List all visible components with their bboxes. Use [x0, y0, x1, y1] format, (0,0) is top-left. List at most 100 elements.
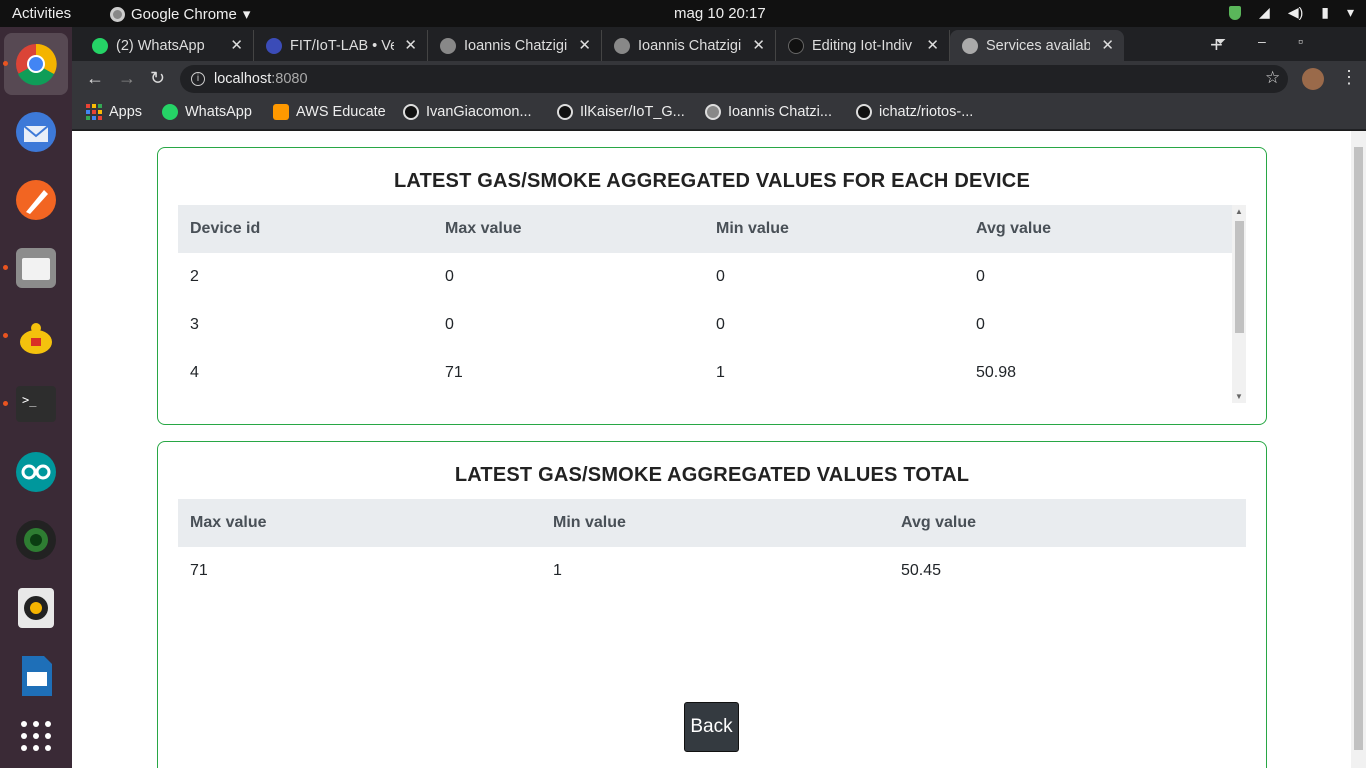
bookmark-apps[interactable]: Apps — [86, 104, 142, 120]
bookmark-label: Ioannis Chatzi... — [728, 104, 832, 120]
github-icon — [788, 37, 804, 54]
column-header: Max value — [433, 205, 704, 253]
bookmark-whatsapp[interactable]: WhatsApp — [162, 104, 252, 120]
clock[interactable]: mag 10 20:17 — [674, 5, 766, 22]
activities-button[interactable]: Activities — [12, 5, 71, 22]
apps-grid-icon — [86, 104, 102, 120]
system-tray[interactable]: ◢ ◀) ▮ ▾ — [1229, 4, 1354, 21]
tab-label: Ioannis Chatzigi — [638, 37, 742, 54]
volume-icon: ◀) — [1287, 4, 1304, 20]
close-icon[interactable]: ✕ — [926, 36, 939, 54]
total-table-wrap: Max value Min value Avg value 71 1 50.45 — [178, 499, 1246, 595]
column-header: Avg value — [964, 205, 1232, 253]
arduino-icon[interactable] — [12, 448, 60, 496]
page-viewport: LATEST GAS/SMOKE AGGREGATED VALUES FOR E… — [72, 131, 1366, 768]
chrome-launcher-icon[interactable] — [12, 40, 60, 88]
tab-fit-iot-lab[interactable]: FIT/IoT-LAB • Ve ✕ — [254, 30, 428, 61]
teapot-app-icon[interactable] — [12, 312, 60, 360]
bookmarks-bar: Apps WhatsApp AWS Educate IvanGiacomon..… — [72, 97, 1366, 130]
table-header-row: Max value Min value Avg value — [178, 499, 1246, 547]
camera-app-icon[interactable] — [12, 516, 60, 564]
url-port: :8080 — [271, 71, 308, 87]
app-menu[interactable]: Google Chrome ▾ — [110, 5, 250, 23]
globe-icon — [705, 104, 721, 120]
libreoffice-impress-icon[interactable] — [12, 652, 60, 700]
speaker-app-icon[interactable] — [12, 584, 60, 632]
terminal-icon[interactable]: >_ — [12, 380, 60, 428]
cell: 1 — [553, 562, 562, 579]
more-menu-icon[interactable]: ⋮ — [1340, 67, 1358, 88]
bookmark-ioannis[interactable]: Ioannis Chatzi... — [705, 104, 832, 120]
bookmark-ivangiacomon[interactable]: IvanGiacomon... — [403, 104, 532, 120]
column-header: Max value — [178, 499, 541, 547]
chevron-down-icon: ▾ — [1346, 4, 1354, 20]
scrollbar-thumb[interactable] — [1354, 147, 1363, 750]
close-icon[interactable]: ✕ — [752, 36, 765, 54]
tab-whatsapp[interactable]: (2) WhatsApp ✕ — [80, 30, 254, 61]
files-icon[interactable] — [12, 244, 60, 292]
github-icon — [856, 104, 872, 120]
table-row: 3 0 0 0 — [178, 301, 1232, 349]
cell: 0 — [445, 316, 454, 333]
tab-ioannis-1[interactable]: Ioannis Chatzigi ✕ — [428, 30, 602, 61]
cell: 0 — [976, 316, 985, 333]
tab-strip: (2) WhatsApp ✕ FIT/IoT-LAB • Ve ✕ Ioanni… — [72, 27, 1366, 61]
maximize-icon[interactable]: ▫ — [1298, 33, 1303, 49]
profile-avatar[interactable] — [1302, 68, 1324, 90]
close-icon[interactable]: ✕ — [578, 36, 591, 54]
cell: 4 — [190, 364, 199, 381]
device-values-card: LATEST GAS/SMOKE AGGREGATED VALUES FOR E… — [157, 147, 1267, 425]
table-scrollbar[interactable]: ▲ ▼ — [1232, 205, 1246, 403]
scroll-up-icon[interactable]: ▲ — [1235, 207, 1243, 216]
bookmark-ilkaiser[interactable]: IlKaiser/IoT_G... — [557, 104, 685, 120]
forward-arrow-icon[interactable]: → — [118, 68, 136, 89]
bookmark-label: Apps — [109, 104, 143, 120]
tab-services-active[interactable]: Services availab ✕ — [950, 30, 1124, 61]
bookmark-ichatz-riotos[interactable]: ichatz/riotos-... — [856, 104, 973, 120]
cell: 0 — [445, 268, 454, 285]
tab-label: Services availab — [986, 37, 1090, 54]
github-icon — [557, 104, 573, 120]
tab-editing[interactable]: Editing Iot-Indiv ✕ — [776, 30, 950, 61]
minimize-icon[interactable]: – — [1258, 33, 1266, 49]
browser-toolbar: ← → ↻ i localhost:8080 ☆ ⋮ — [72, 61, 1366, 97]
chrome-icon — [110, 6, 125, 22]
reload-icon[interactable]: ↻ — [150, 68, 165, 89]
thunderbird-icon[interactable] — [12, 108, 60, 156]
globe-icon — [614, 37, 630, 54]
close-icon[interactable]: ✕ — [404, 36, 417, 54]
address-bar[interactable]: i localhost:8080 — [180, 65, 1288, 93]
tab-label: Editing Iot-Indiv — [812, 37, 912, 54]
cell: 0 — [716, 316, 725, 333]
tab-ioannis-2[interactable]: Ioannis Chatzigi ✕ — [602, 30, 776, 61]
bookmark-label: AWS Educate — [296, 104, 386, 120]
tab-search-icon[interactable]: ⏷ — [1215, 33, 1226, 50]
scrollbar-thumb[interactable] — [1235, 221, 1244, 333]
show-applications-icon[interactable] — [12, 712, 60, 760]
cell: 3 — [190, 316, 199, 333]
bookmark-star-icon[interactable]: ☆ — [1265, 68, 1280, 88]
aws-cube-icon — [273, 104, 289, 120]
system-top-bar: Activities Google Chrome ▾ mag 10 20:17 … — [0, 0, 1366, 27]
total-table-title: LATEST GAS/SMOKE AGGREGATED VALUES TOTAL — [454, 464, 970, 486]
site-info-icon[interactable]: i — [191, 72, 205, 86]
page-scrollbar[interactable] — [1351, 131, 1366, 768]
device-table-scroll[interactable]: Device id Max value Min value Avg value … — [178, 205, 1246, 403]
bookmark-aws-educate[interactable]: AWS Educate — [273, 104, 386, 120]
caret-down-icon: ▾ — [242, 6, 251, 23]
table-row: 71 1 50.45 — [178, 547, 1246, 595]
back-button[interactable]: Back — [684, 702, 739, 752]
close-icon[interactable]: ✕ — [230, 36, 243, 54]
dock: >_ — [0, 27, 72, 768]
back-arrow-icon[interactable]: ← — [86, 68, 104, 89]
globe-icon — [962, 37, 978, 54]
cell: 50.98 — [976, 364, 1017, 381]
close-icon[interactable]: ✕ — [1101, 36, 1114, 54]
table-row: 4 71 1 50.98 — [178, 349, 1232, 397]
whatsapp-icon — [162, 104, 178, 120]
tab-label: FIT/IoT-LAB • Ve — [290, 37, 394, 54]
pen-app-icon[interactable] — [12, 176, 60, 224]
scroll-down-icon[interactable]: ▼ — [1235, 392, 1243, 401]
cell: 1 — [716, 364, 725, 381]
total-table: Max value Min value Avg value 71 1 50.45 — [178, 499, 1246, 595]
